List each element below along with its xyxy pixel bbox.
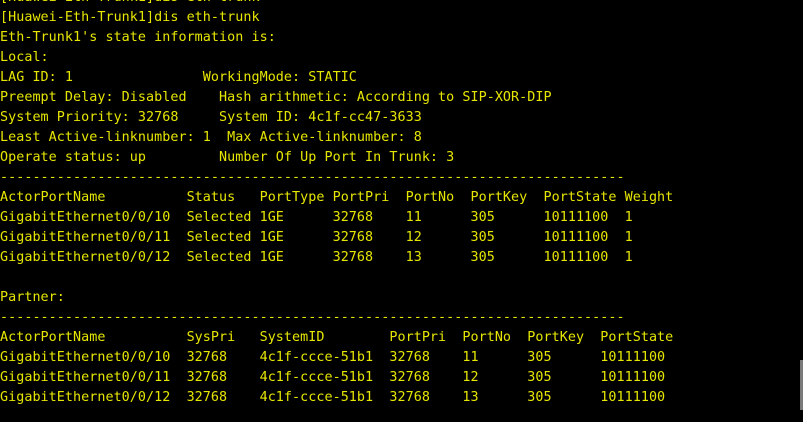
terminal-output: [Huawei-Eth-Trunk1]dis eth-trunk [Huawei… bbox=[0, 0, 803, 408]
actor-table-row: GigabitEthernet0/0/10 Selected 1GE 32768… bbox=[0, 210, 633, 225]
separator-line: ----------------------------------------… bbox=[0, 310, 625, 325]
preempt-delay-line: Preempt Delay: Disabled Hash arithmetic:… bbox=[0, 90, 552, 105]
operate-status-line: Operate status: up Number Of Up Port In … bbox=[0, 150, 455, 165]
actor-table-header: ActorPortName Status PortType PortPri Po… bbox=[0, 190, 674, 205]
partner-table-row: GigabitEthernet0/0/11 32768 4c1f-ccce-51… bbox=[0, 370, 666, 385]
separator-line: ----------------------------------------… bbox=[0, 170, 625, 185]
partner-table-row: GigabitEthernet0/0/10 32768 4c1f-ccce-51… bbox=[0, 350, 666, 365]
prompt-line: [Huawei-Eth-Trunk1]dis eth-trunk bbox=[0, 10, 260, 25]
partner-table-header: ActorPortName SysPri SystemID PortPri Po… bbox=[0, 330, 674, 345]
state-info-heading: Eth-Trunk1's state information is: bbox=[0, 30, 276, 45]
actor-table-row: GigabitEthernet0/0/11 Selected 1GE 32768… bbox=[0, 230, 633, 245]
prompt-line-cutoff: [Huawei-Eth-Trunk1]dis eth-trunk bbox=[0, 0, 803, 8]
local-section-label: Local: bbox=[0, 50, 49, 65]
lag-id-line: LAG ID: 1 WorkingMode: STATIC bbox=[0, 70, 357, 85]
terminal-window[interactable]: [Huawei-Eth-Trunk1]dis eth-trunk [Huawei… bbox=[0, 0, 803, 422]
system-priority-line: System Priority: 32768 System ID: 4c1f-c… bbox=[0, 110, 422, 125]
partner-section-label: Partner: bbox=[0, 290, 65, 305]
partner-table-row: GigabitEthernet0/0/12 32768 4c1f-ccce-51… bbox=[0, 390, 666, 405]
actor-table-row: GigabitEthernet0/0/12 Selected 1GE 32768… bbox=[0, 250, 633, 265]
least-active-link-line: Least Active-linknumber: 1 Max Active-li… bbox=[0, 130, 422, 145]
